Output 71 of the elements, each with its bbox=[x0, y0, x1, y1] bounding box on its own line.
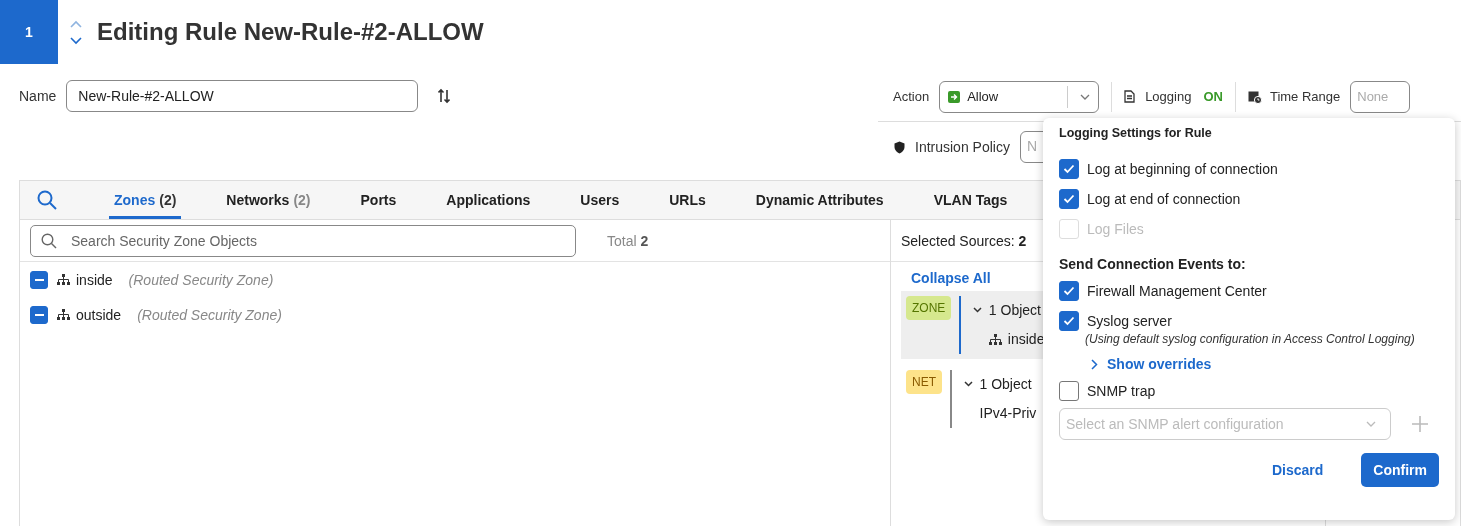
checkbox-label[interactable]: SNMP trap bbox=[1087, 383, 1156, 399]
hierarchy-icon bbox=[57, 309, 70, 320]
page-title: Editing Rule New-Rule-#2-ALLOW bbox=[97, 18, 484, 46]
name-input[interactable]: New-Rule-#2-ALLOW bbox=[66, 80, 419, 112]
document-icon bbox=[1124, 90, 1136, 103]
tab[interactable]: URLs bbox=[664, 181, 711, 219]
popup-title: Logging Settings for Rule bbox=[1059, 126, 1213, 140]
checkbox[interactable] bbox=[1059, 281, 1079, 301]
chevron-down-icon bbox=[1080, 93, 1091, 100]
zone-type: (Routed Security Zone) bbox=[128, 271, 274, 288]
caret-down-icon[interactable] bbox=[963, 381, 973, 387]
group-summary: 1 Object bbox=[988, 302, 1041, 318]
logging-label[interactable]: Logging bbox=[1145, 89, 1192, 104]
confirm-button[interactable]: Confirm bbox=[1361, 453, 1439, 487]
caret-down-icon[interactable] bbox=[972, 307, 982, 313]
calendar-icon bbox=[1247, 89, 1262, 104]
checkbox[interactable] bbox=[1059, 311, 1079, 331]
collapse-all-link[interactable]: Collapse All bbox=[911, 270, 991, 286]
hierarchy-icon bbox=[988, 333, 1002, 345]
group-summary: 1 Object bbox=[979, 376, 1032, 392]
time-range-label: Time Range bbox=[1269, 89, 1341, 104]
checkbox[interactable] bbox=[30, 270, 48, 289]
search-icon bbox=[41, 232, 57, 249]
chevron-right-icon bbox=[1091, 358, 1098, 370]
note-text: (Using default syslog configuration in Access Control Logging) bbox=[1085, 332, 1416, 346]
object-name: inside bbox=[1007, 331, 1045, 347]
zone-name[interactable]: inside bbox=[76, 271, 113, 288]
checkmark-icon bbox=[1063, 316, 1075, 326]
logging-status: ON bbox=[1203, 89, 1223, 104]
show-overrides-link[interactable]: Show overrides bbox=[1091, 356, 1439, 372]
hierarchy-icon bbox=[57, 274, 70, 285]
checkbox-label[interactable]: Log at end of connection bbox=[1087, 191, 1241, 207]
tag: ZONE bbox=[906, 296, 952, 320]
tab[interactable]: Users bbox=[575, 181, 625, 219]
tab[interactable]: VLAN Tags bbox=[928, 181, 1013, 219]
allow-icon bbox=[948, 90, 961, 103]
tab[interactable]: Dynamic Attributes bbox=[750, 181, 889, 219]
zone-type: (Routed Security Zone) bbox=[137, 306, 282, 323]
chevron-down-icon bbox=[1366, 421, 1376, 427]
total-count: Total 2 bbox=[607, 232, 649, 249]
tab[interactable]: Networks (2) bbox=[221, 181, 316, 219]
checkmark-icon bbox=[1063, 286, 1075, 296]
search-field[interactable]: Search Security Zone Objects bbox=[30, 224, 576, 257]
checkbox-label[interactable]: Firewall Management Center bbox=[1087, 283, 1267, 299]
rule-index-badge: 1 bbox=[0, 0, 58, 64]
swap-arrows-icon[interactable] bbox=[438, 88, 451, 104]
action-select[interactable]: Allow bbox=[939, 80, 1100, 113]
zone-name[interactable]: outside bbox=[76, 306, 122, 323]
search-icon[interactable] bbox=[37, 190, 57, 210]
selected-sources-label: Selected Sources: 2 bbox=[901, 232, 1027, 249]
tab[interactable]: Ports bbox=[355, 181, 402, 219]
checkbox[interactable] bbox=[1059, 189, 1079, 209]
checkbox-label[interactable]: Log at beginning of connection bbox=[1087, 161, 1278, 177]
tab[interactable]: Zones (2) bbox=[109, 181, 182, 219]
object-name: IPv4-Priv bbox=[979, 405, 1037, 421]
checkmark-icon bbox=[1063, 164, 1075, 174]
section-heading: Send Connection Events to: bbox=[1059, 256, 1247, 272]
tab[interactable]: Applications bbox=[441, 181, 536, 219]
name-label: Name bbox=[19, 87, 57, 106]
time-range-input[interactable]: None bbox=[1350, 80, 1411, 113]
checkbox[interactable] bbox=[30, 305, 48, 324]
shield-icon bbox=[894, 140, 905, 154]
checkbox-label[interactable]: Syslog server bbox=[1087, 313, 1172, 329]
chevron-down-icon[interactable] bbox=[70, 36, 82, 45]
action-label: Action bbox=[893, 89, 930, 104]
checkbox[interactable] bbox=[1059, 159, 1079, 179]
tag: NET bbox=[906, 370, 942, 394]
intrusion-policy-label: Intrusion Policy bbox=[915, 139, 1010, 155]
checkbox[interactable] bbox=[1059, 381, 1079, 401]
discard-button[interactable]: Discard bbox=[1259, 453, 1336, 487]
checkmark-icon bbox=[1063, 194, 1075, 204]
